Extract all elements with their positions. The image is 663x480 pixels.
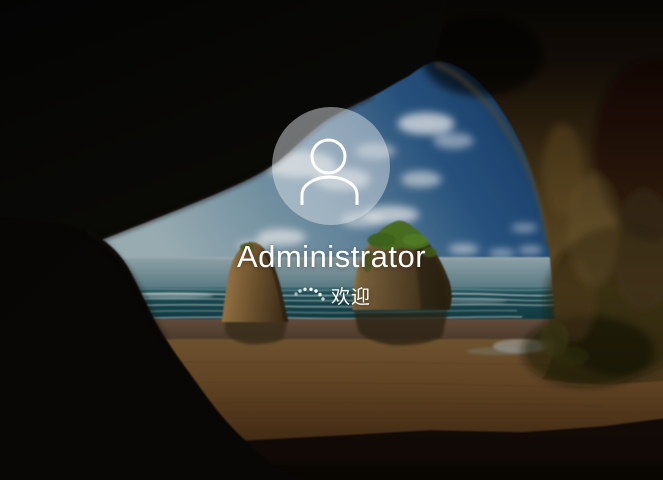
username-label: Administrator [0, 239, 663, 275]
welcome-text: 欢迎 [331, 288, 371, 308]
user-avatar[interactable] [272, 107, 390, 225]
sign-in-screen: Administrator 欢迎 [0, 0, 663, 480]
progress-dots-spinner-icon [292, 287, 326, 303]
person-icon [272, 107, 390, 225]
welcome-status: 欢迎 [0, 286, 663, 308]
